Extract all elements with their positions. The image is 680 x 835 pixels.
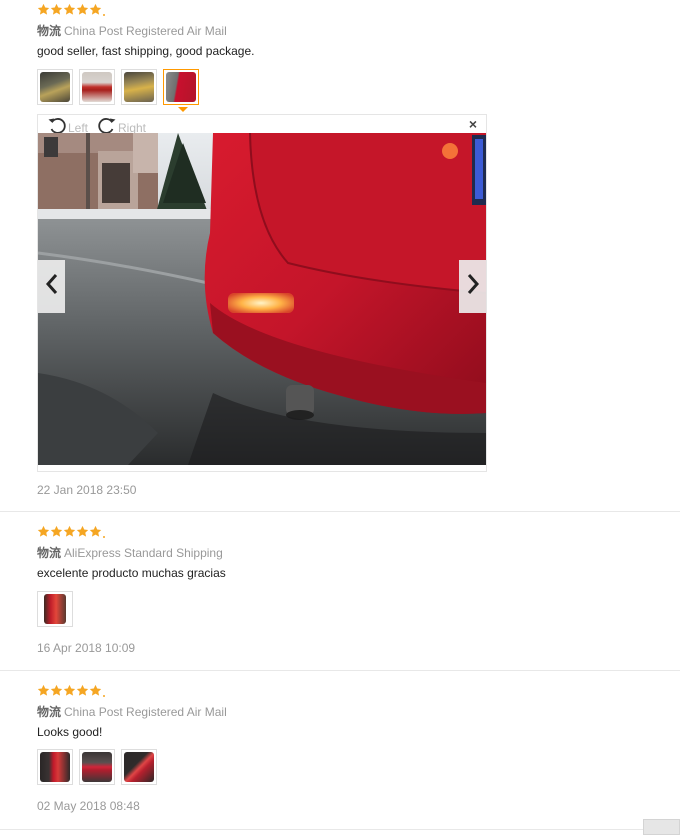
review-thumbnail-active[interactable]: [163, 69, 199, 105]
star-icon: [50, 3, 63, 16]
shipping-prefix: 物流: [37, 546, 62, 560]
shipping-label: AliExpress Standard Shipping: [64, 546, 223, 560]
shipping-prefix: 物流: [37, 705, 62, 719]
star-icon: [76, 525, 89, 538]
star-icon: [50, 684, 63, 697]
review-divider: [0, 829, 680, 830]
shipping-label: China Post Registered Air Mail: [64, 24, 227, 38]
star-icon: [37, 3, 50, 16]
review-thumbnail[interactable]: [37, 591, 73, 627]
review-text: Looks good!: [37, 725, 103, 739]
star-rating: [37, 3, 105, 17]
viewer-toolbar: Left Right ×: [38, 115, 486, 135]
review-photo: [38, 133, 486, 465]
review-date: 16 Apr 2018 10:09: [37, 641, 136, 655]
star-icon: [37, 684, 50, 697]
review-thumbnails: [37, 69, 199, 105]
shipping-method: 物流 AliExpress Standard Shipping: [37, 544, 223, 561]
review-thumbnail[interactable]: [121, 69, 157, 105]
review-item: 物流 AliExpress Standard Shipping excelente…: [0, 512, 680, 670]
review-item: 物流 China Post Registered Air Mail Looks g…: [0, 671, 680, 829]
star-dot: [103, 536, 105, 538]
star-icon: [89, 684, 102, 697]
next-image-button[interactable]: [459, 260, 486, 313]
shipping-method: 物流 China Post Registered Air Mail: [37, 22, 227, 39]
chevron-left-icon: [45, 273, 59, 300]
star-icon: [63, 525, 76, 538]
review-text: excelente producto muchas gracias: [37, 566, 226, 580]
star-dot: [103, 14, 105, 16]
star-icon: [89, 3, 102, 16]
star-rating: [37, 684, 105, 698]
star-icon: [63, 3, 76, 16]
review-text: good seller, fast shipping, good package…: [37, 44, 255, 58]
star-rating: [37, 525, 105, 539]
star-icon: [37, 525, 50, 538]
review-thumbnail[interactable]: [37, 69, 73, 105]
review-thumbnails: [37, 749, 157, 785]
image-viewer: Left Right ×: [37, 114, 487, 472]
thumbnail-pointer: [178, 107, 188, 112]
shipping-prefix: 物流: [37, 24, 62, 38]
review-item: 物流 China Post Registered Air Mail good se…: [0, 0, 680, 512]
shipping-label: China Post Registered Air Mail: [64, 705, 227, 719]
star-icon: [76, 684, 89, 697]
review-date: 02 May 2018 08:48: [37, 799, 140, 813]
review-thumbnail[interactable]: [37, 749, 73, 785]
star-icon: [50, 525, 63, 538]
floating-button[interactable]: [643, 819, 680, 835]
review-thumbnail[interactable]: [79, 69, 115, 105]
star-dot: [103, 695, 105, 697]
review-thumbnail[interactable]: [121, 749, 157, 785]
shipping-method: 物流 China Post Registered Air Mail: [37, 703, 227, 720]
close-icon[interactable]: ×: [469, 116, 477, 132]
star-icon: [89, 525, 102, 538]
star-icon: [76, 3, 89, 16]
prev-image-button[interactable]: [38, 260, 65, 313]
star-icon: [63, 684, 76, 697]
review-thumbnails: [37, 591, 73, 627]
chevron-right-icon: [466, 273, 480, 300]
review-date: 22 Jan 2018 23:50: [37, 483, 137, 497]
review-thumbnail[interactable]: [79, 749, 115, 785]
